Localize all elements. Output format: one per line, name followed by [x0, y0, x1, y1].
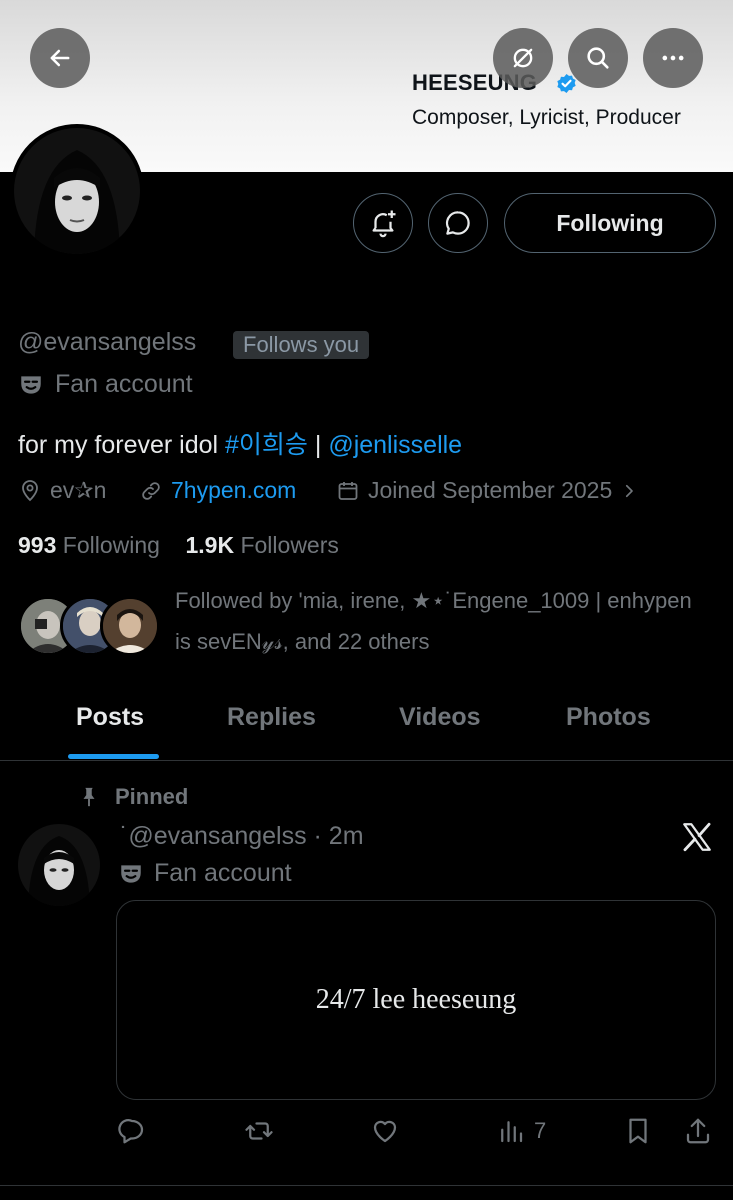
pin-icon [83, 787, 95, 807]
tabs-divider [0, 760, 733, 761]
post-card-text: 24/7 lee heeseung [315, 984, 517, 1015]
theater-mask-icon [21, 375, 41, 394]
tab-posts[interactable]: Posts [76, 703, 144, 732]
location-pin-icon [22, 479, 38, 501]
heart-icon [373, 1120, 397, 1143]
tab-videos[interactable]: Videos [399, 703, 481, 732]
follows-you-badge: Follows you [233, 331, 370, 359]
bar-chart-icon [501, 1121, 523, 1143]
post-avatar-image [18, 824, 100, 906]
tab-replies[interactable]: Replies [227, 703, 316, 732]
pinned-text: Pinned [115, 784, 189, 809]
bookmark-button[interactable] [623, 1116, 653, 1146]
grok-icon [513, 48, 533, 68]
followed-by-text[interactable]: Followed by 'mia, irene, ★⋆˙Engene_1009 … [175, 580, 695, 662]
tab-photos[interactable]: Photos [566, 703, 651, 732]
more-button[interactable] [643, 28, 703, 88]
share-button[interactable] [683, 1116, 713, 1146]
follow-stats: 993 Following 1.9K Followers [18, 532, 339, 559]
website-item[interactable]: 7hypen.com [139, 477, 296, 504]
active-tab-indicator [68, 754, 159, 759]
following-label: Following [56, 532, 160, 558]
reply-icon [118, 1119, 144, 1144]
bookmark-icon [629, 1118, 647, 1144]
chat-bubble-icon [445, 211, 470, 235]
search-button[interactable] [568, 28, 628, 88]
location-text: ev✰n [50, 477, 107, 503]
pinned-label: Pinned [78, 784, 188, 810]
chevron-right-icon[interactable] [620, 482, 638, 500]
x-logo-icon [683, 822, 711, 852]
website-link[interactable]: 7hypen.com [171, 477, 296, 504]
notify-button[interactable] [353, 193, 413, 253]
follower-avatar [100, 596, 160, 656]
search-icon [587, 47, 609, 69]
like-button[interactable] [370, 1116, 400, 1146]
avatar-image [14, 128, 140, 254]
bell-plus-icon [372, 210, 396, 238]
calendar-icon [338, 481, 358, 500]
profile-bio: for my forever idol #이희승 | @jenlisselle [18, 425, 462, 461]
bio-hashtag-link[interactable]: #이희승 [225, 431, 308, 459]
fan-account-text: Fan account [55, 370, 193, 398]
back-button[interactable] [30, 28, 90, 88]
reply-button[interactable] [117, 1116, 147, 1146]
repost-button[interactable] [244, 1116, 274, 1146]
following-button[interactable]: Following [504, 193, 716, 253]
followers-label: Followers [234, 532, 339, 558]
views-count: 7 [534, 1118, 547, 1143]
post-divider [0, 1185, 733, 1186]
post-handle-time[interactable]: ˙@evansangelss · 2m [120, 822, 364, 851]
following-stat[interactable]: 993 Following [18, 532, 160, 558]
followers-stat[interactable]: 1.9K Followers [185, 532, 338, 558]
banner-subtitle: Composer, Lyricist, Producer [412, 106, 681, 129]
joined-text: Joined September 2025 [368, 477, 613, 503]
joined-item: Joined September 2025 [336, 477, 638, 504]
more-icon [662, 55, 684, 61]
repost-icon [245, 1122, 273, 1140]
grok-button[interactable] [493, 28, 553, 88]
message-button[interactable] [428, 193, 488, 253]
following-count: 993 [18, 532, 57, 558]
post-fan-account: Fan account [118, 859, 292, 888]
post-fan-text: Fan account [154, 859, 292, 887]
followers-count: 1.9K [185, 532, 235, 558]
share-icon [686, 1118, 710, 1144]
theater-mask-icon [121, 864, 141, 883]
bio-text: for my forever idol [18, 431, 226, 459]
profile-avatar[interactable] [10, 124, 144, 258]
fan-account-label: Fan account [18, 370, 193, 399]
post-avatar[interactable] [18, 824, 100, 906]
bio-mention-link[interactable]: @jenlisselle [328, 431, 462, 459]
location-item: ev✰n [18, 477, 106, 504]
back-arrow-icon [50, 49, 70, 67]
bio-separator: | [307, 431, 329, 459]
profile-handle: @evansangelss [18, 328, 197, 356]
post-card[interactable]: 24/7 lee heeseung [116, 900, 716, 1100]
link-icon [142, 481, 160, 500]
views-button[interactable]: 7 [496, 1116, 546, 1146]
